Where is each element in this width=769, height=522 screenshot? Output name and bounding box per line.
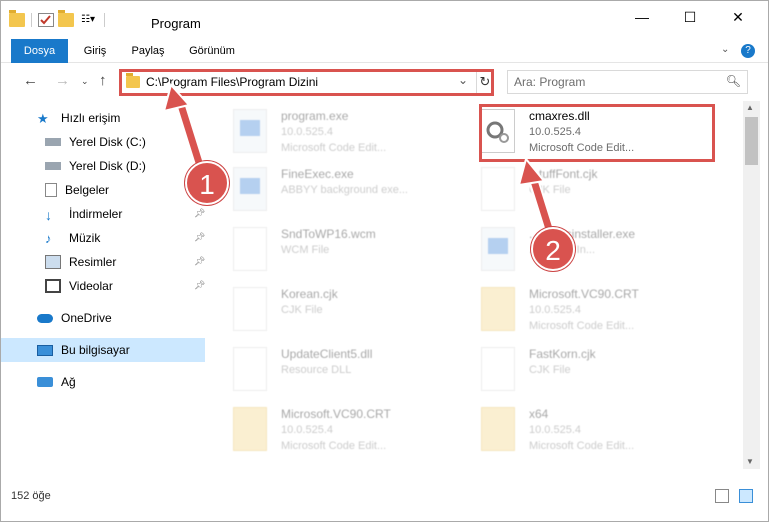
arrow-1 — [162, 82, 207, 171]
arrow-2 — [517, 156, 555, 231]
annotation-arrows — [162, 82, 555, 231]
step-badge-2: 2 — [531, 227, 575, 271]
step-badge-1: 1 — [185, 161, 229, 205]
explorer-window: ☷▾ Program — ☐ ✕ Dosya Giriş Paylaş Görü… — [0, 0, 769, 522]
